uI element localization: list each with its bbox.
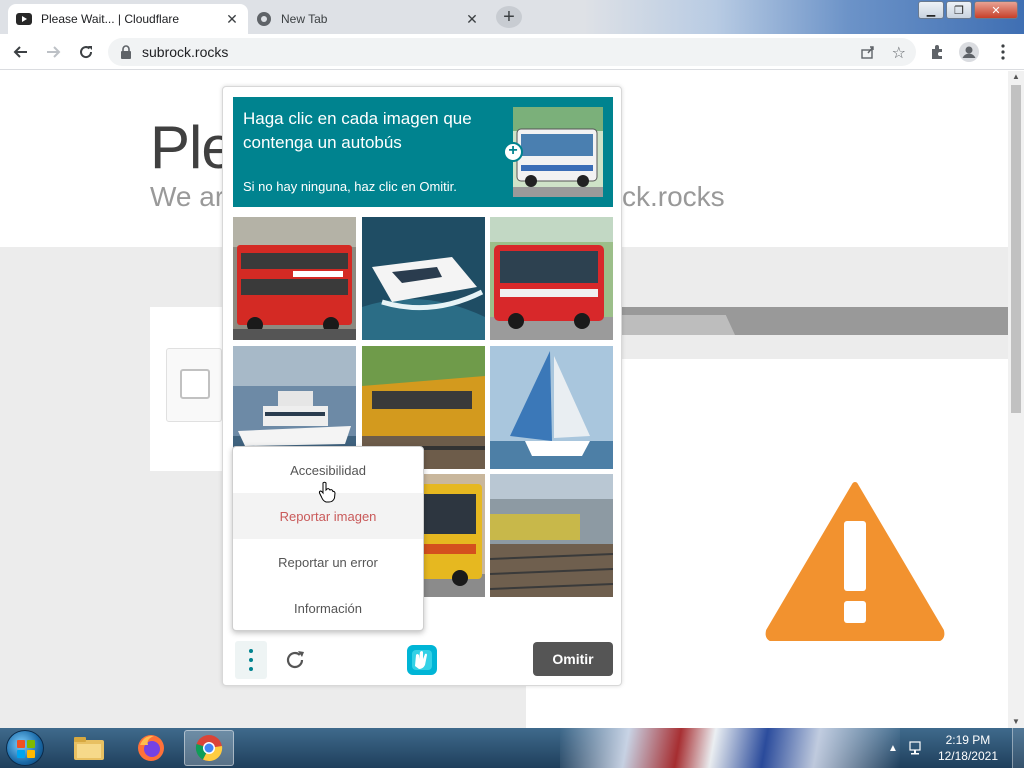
youtube-icon (16, 11, 32, 27)
more-menu-icon[interactable] (992, 41, 1014, 63)
close-window-button[interactable]: ✕ (974, 1, 1018, 19)
tab-title: Please Wait... | Cloudflare (41, 12, 180, 26)
chrome-icon[interactable] (184, 730, 234, 766)
clock-date: 12/18/2021 (937, 749, 998, 763)
hand-cursor-icon (318, 481, 336, 503)
scrollbar-thumb[interactable] (1011, 85, 1021, 413)
show-desktop-button[interactable] (1012, 728, 1024, 768)
tab-close-icon[interactable]: ✕ (224, 11, 240, 27)
browser-toolbar: subrock.rocks ☆ (0, 34, 1024, 70)
scroll-down-icon[interactable]: ▼ (1008, 716, 1024, 728)
page-subheading: We ar (150, 181, 225, 212)
sample-expand-icon[interactable]: + (503, 142, 523, 162)
tab-close-icon[interactable]: ✕ (464, 11, 480, 27)
captcha-tile[interactable] (233, 217, 356, 340)
captcha-menu-icon[interactable] (235, 641, 267, 679)
back-arrow-icon[interactable] (10, 41, 32, 63)
clock[interactable]: 2:19 PM 12/18/2021 (938, 732, 998, 764)
tab-title: New Tab (281, 12, 328, 26)
captcha-tile[interactable] (490, 217, 613, 340)
clock-time: 2:19 PM (945, 733, 991, 747)
reload-icon[interactable] (75, 41, 97, 63)
captcha-tile[interactable] (490, 346, 613, 469)
captcha-tile[interactable] (490, 474, 613, 597)
extensions-puzzle-icon[interactable] (926, 41, 948, 63)
new-tab-button[interactable]: + (496, 6, 522, 28)
forward-arrow-icon[interactable] (42, 41, 64, 63)
tab-new-tab[interactable]: New Tab ✕ (248, 4, 488, 34)
minimize-button[interactable]: ▁ (918, 1, 944, 19)
desktop-wallpaper-strip (560, 728, 900, 768)
menu-item-information[interactable]: Información (233, 585, 423, 631)
windows-taskbar: ▲ 2:19 PM 12/18/2021 (0, 728, 1024, 768)
windows-logo-icon (17, 740, 35, 758)
refresh-icon[interactable] (281, 646, 309, 674)
decorative-stripe-tab (620, 315, 735, 335)
captcha-options-menu: Accesibilidad Reportar imagen Reportar u… (232, 446, 424, 631)
page-scrollbar[interactable]: ▲ ▼ (1008, 71, 1024, 728)
share-icon[interactable] (860, 44, 876, 63)
url-text: subrock.rocks (142, 44, 229, 60)
captcha-footer: Omitir (223, 637, 623, 687)
bookmark-star-icon[interactable]: ☆ (892, 43, 906, 63)
start-button[interactable] (6, 730, 44, 766)
window-controls: ▁ ❐ ✕ (918, 1, 1018, 19)
challenge-checkbox[interactable] (180, 369, 210, 399)
file-explorer-icon[interactable] (64, 730, 114, 766)
skip-button[interactable]: Omitir (533, 642, 613, 676)
captcha-hint: Si no hay ninguna, haz clic en Omitir. (243, 179, 457, 194)
restore-button[interactable]: ❐ (946, 1, 972, 19)
chrome-icon (256, 11, 272, 27)
address-bar[interactable]: subrock.rocks ☆ (108, 38, 916, 66)
captcha-tile[interactable] (362, 217, 485, 340)
firefox-icon[interactable] (126, 730, 176, 766)
network-icon[interactable] (908, 740, 924, 756)
captcha-prompt: Haga clic en cada imagen que contenga un… (243, 109, 472, 152)
scroll-up-icon[interactable]: ▲ (1008, 71, 1024, 83)
lock-icon (121, 45, 131, 59)
profile-avatar-icon[interactable] (958, 41, 980, 63)
warning-triangle-icon (765, 482, 945, 641)
sample-bus-image (513, 107, 603, 197)
tab-strip: Please Wait... | Cloudflare ✕ New Tab ✕ … (0, 0, 1024, 34)
captcha-header: Haga clic en cada imagen que contenga un… (233, 97, 613, 207)
page-subheading-domain: ck.rocks (622, 181, 725, 212)
tray-expand-icon[interactable]: ▲ (888, 743, 898, 754)
system-tray: ▲ 2:19 PM 12/18/2021 (888, 728, 1024, 768)
hcaptcha-logo-icon (407, 645, 437, 675)
menu-item-report-error[interactable]: Reportar un error (233, 539, 423, 585)
tab-cloudflare[interactable]: Please Wait... | Cloudflare ✕ (8, 4, 248, 34)
